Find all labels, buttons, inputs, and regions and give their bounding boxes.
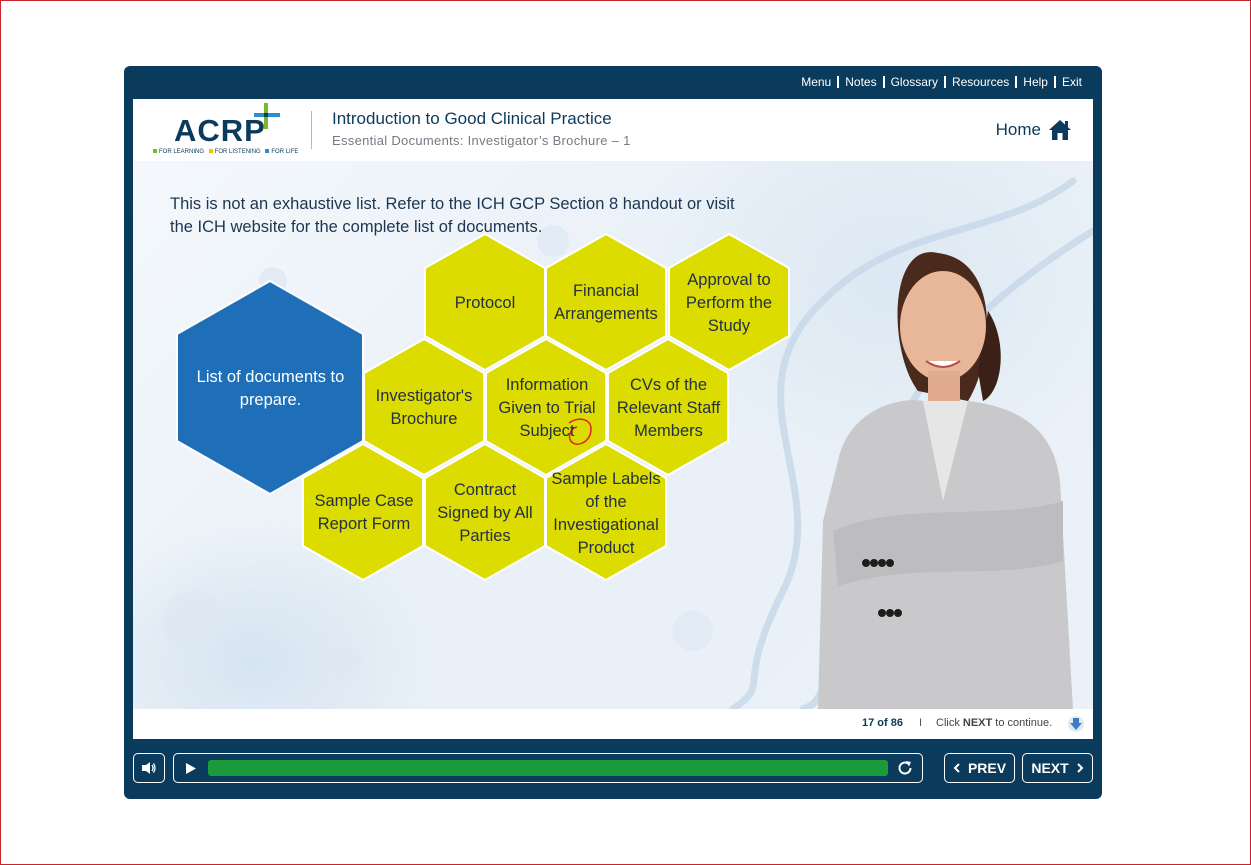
hex-label-sample-crf[interactable]: Sample Case Report Form	[308, 478, 420, 548]
next-label: NEXT	[1031, 760, 1069, 776]
next-button[interactable]: NEXT	[1022, 753, 1093, 783]
header-divider	[311, 111, 312, 149]
tagline-2: FOR LISTENING	[214, 149, 261, 155]
exit-link[interactable]: Exit	[1056, 75, 1088, 89]
page-indicator: 17 of 86	[862, 717, 903, 729]
player-controls: PREV NEXT	[133, 753, 1093, 787]
continue-prefix: Click	[936, 717, 963, 729]
hex-label-financial[interactable]: Financial Arrangements	[546, 268, 666, 338]
glossary-link[interactable]: Glossary	[885, 75, 944, 89]
slide-header: ACRP FOR LEARNING FOR LISTENING FOR LIFE…	[133, 99, 1093, 161]
course-title: Introduction to Good Clinical Practice	[332, 109, 612, 128]
chevron-right-icon	[1076, 763, 1084, 773]
hex-label-sample-labels[interactable]: Sample Labels of the Investigational Pro…	[543, 466, 669, 562]
progress-bar[interactable]	[208, 760, 888, 776]
home-button[interactable]: Home	[996, 119, 1072, 141]
course-subtitle: Essential Documents: Investigator’s Broc…	[332, 133, 631, 148]
volume-button[interactable]	[133, 753, 165, 783]
slide-stage: ACRP FOR LEARNING FOR LISTENING FOR LIFE…	[133, 99, 1093, 739]
hex-label-brochure[interactable]: Investigator's Brochure	[365, 373, 483, 443]
continue-next-word: NEXT	[962, 717, 993, 729]
hex-label-approval[interactable]: Approval to Perform the Study	[674, 268, 784, 338]
notes-link[interactable]: Notes	[839, 75, 882, 89]
top-navigation: Menu Notes Glossary Resources Help Exit	[795, 75, 1088, 89]
presenter-illustration	[818, 252, 1073, 709]
replay-icon[interactable]	[896, 759, 914, 777]
logo-cross-icon	[254, 103, 280, 129]
slide-content: This is not an exhaustive list. Refer to…	[133, 161, 1093, 709]
hex-label-information[interactable]: Information Given to Trial Subject	[489, 370, 605, 446]
home-icon	[1049, 120, 1071, 140]
prev-label: PREV	[967, 760, 1007, 776]
down-arrow-icon[interactable]	[1067, 715, 1085, 733]
hex-label-cvs[interactable]: CVs of the Relevant Staff Members	[610, 370, 727, 446]
footer-separator: I	[919, 717, 923, 729]
hex-label-protocol[interactable]: Protocol	[430, 268, 540, 338]
continue-hint: Click NEXT to continue.	[936, 717, 1052, 729]
play-icon[interactable]	[185, 762, 197, 775]
prev-button[interactable]: PREV	[944, 753, 1015, 783]
tagline-3: FOR LIFE	[271, 149, 299, 155]
home-label: Home	[995, 120, 1041, 139]
volume-icon	[142, 762, 156, 774]
slide-footer: 17 of 86 I Click NEXT to continue.	[133, 709, 1093, 739]
course-player: Menu Notes Glossary Resources Help Exit …	[124, 66, 1102, 799]
main-hex-label[interactable]: List of documents to prepare.	[193, 341, 348, 436]
seek-control	[173, 753, 923, 783]
resources-link[interactable]: Resources	[946, 75, 1015, 89]
chevron-left-icon	[953, 763, 960, 773]
logo-tagline: FOR LEARNING FOR LISTENING FOR LIFE	[150, 149, 298, 155]
acrp-logo: ACRP FOR LEARNING FOR LISTENING FOR LIFE	[150, 103, 298, 159]
tagline-1: FOR LEARNING	[159, 149, 205, 155]
progress-fill	[208, 760, 888, 776]
menu-link[interactable]: Menu	[795, 75, 837, 89]
help-link[interactable]: Help	[1017, 75, 1054, 89]
hex-label-contract[interactable]: Contract Signed by All Parties	[429, 475, 541, 551]
continue-suffix: to continue.	[992, 717, 1053, 729]
